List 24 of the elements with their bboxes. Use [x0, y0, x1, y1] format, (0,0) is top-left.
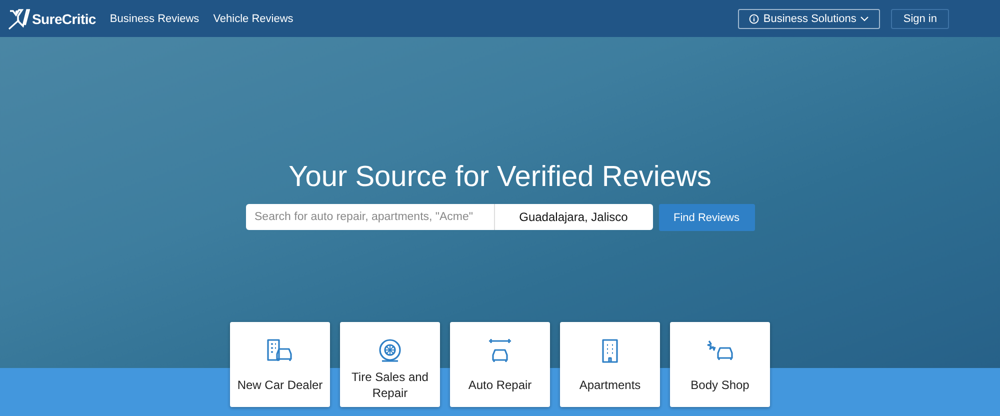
search-field[interactable]: Search for auto repair, apartments, "Acme"	[246, 204, 494, 230]
category-card[interactable]: Body Shop	[670, 322, 770, 407]
tire-icon	[376, 338, 404, 364]
chevron-down-icon	[860, 16, 870, 22]
category-label: Auto Repair	[468, 377, 532, 394]
location-field[interactable]: Guadalajara, Jalisco	[494, 204, 652, 230]
hero-title: Your Source for Verified Reviews	[288, 161, 712, 194]
category-card[interactable]: New Car Dealer	[230, 322, 330, 407]
category-label: Tire Sales and Repair	[350, 369, 430, 402]
logo-text[interactable]: SureCritic	[32, 10, 96, 26]
info-icon	[749, 14, 760, 24]
business-solutions-button[interactable]: Business Solutions	[738, 8, 880, 28]
category-label: New Car Dealer	[237, 377, 323, 394]
logo-icon	[8, 8, 30, 30]
nav-link[interactable]: Business Reviews	[110, 12, 200, 24]
sign-in-button[interactable]: Sign in	[891, 8, 949, 28]
nav-link[interactable]: Vehicle Reviews	[213, 12, 294, 24]
category-card[interactable]: Apartments	[560, 322, 660, 407]
category-label: Apartments	[579, 377, 641, 394]
car-dealership-icon	[266, 338, 294, 364]
find-reviews-button[interactable]: Find Reviews	[658, 204, 754, 231]
category-label: Body Shop	[690, 377, 750, 394]
category-card[interactable]: Auto Repair	[450, 322, 550, 407]
category-card[interactable]: Tire Sales and Repair	[340, 322, 440, 407]
